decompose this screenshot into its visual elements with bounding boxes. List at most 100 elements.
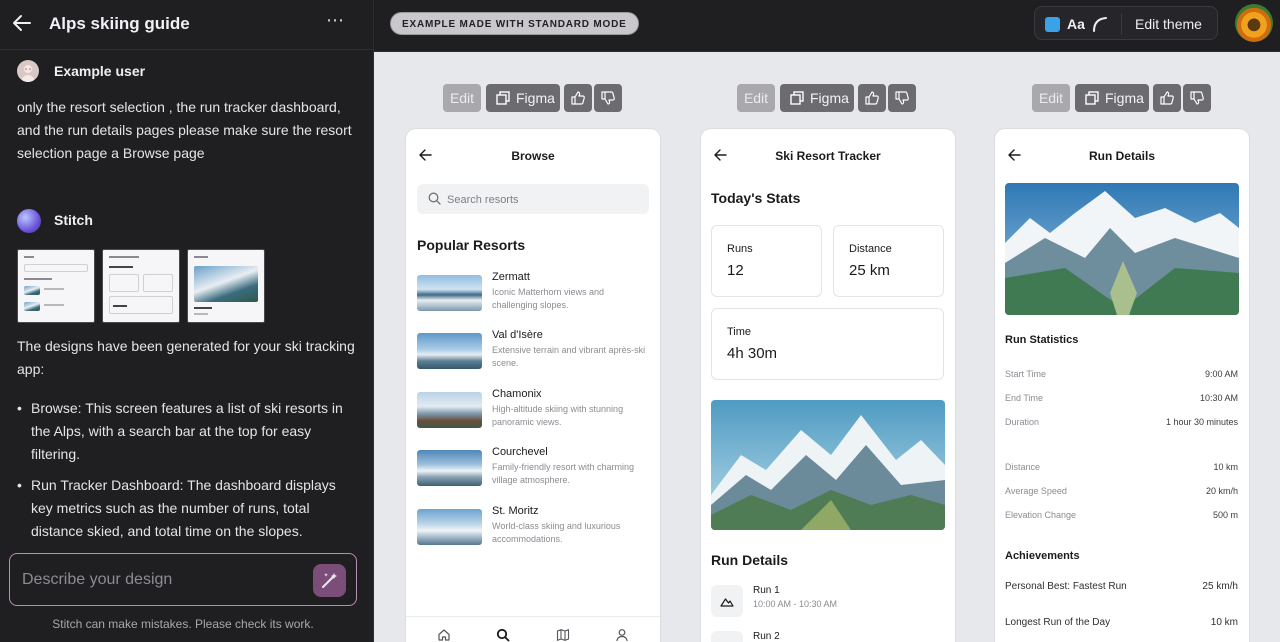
- sidebar-header: Alps skiing guide ⋯: [0, 0, 374, 50]
- thumbs-down-icon: [895, 91, 909, 105]
- tracker-screen: Ski Resort Tracker Today's Stats Runs 12…: [701, 129, 955, 642]
- resort-description: Iconic Matterhorn views and challenging …: [492, 287, 605, 310]
- thumbs-down-button[interactable]: [594, 84, 622, 112]
- resort-item[interactable]: Chamonix High-altitude skiing with stunn…: [417, 388, 649, 436]
- resort-description: Extensive terrain and vibrant après-ski …: [492, 345, 646, 368]
- map-icon[interactable]: [556, 628, 570, 642]
- thumbs-up-icon: [865, 91, 879, 105]
- mode-badge: EXAMPLE MADE WITH STANDARD MODE: [390, 12, 639, 35]
- run-list-item[interactable]: Run 2: [711, 629, 945, 642]
- thumbs-down-button[interactable]: [1183, 84, 1211, 112]
- stat-label: Distance: [849, 243, 892, 255]
- prompt-input[interactable]: [22, 568, 302, 592]
- resort-image: [417, 333, 482, 369]
- stitch-logo-icon: [17, 209, 41, 233]
- resort-item[interactable]: Val d'Isère Extensive terrain and vibran…: [417, 329, 649, 377]
- user-message-text: only the resort selection , the run trac…: [17, 99, 352, 161]
- profile-icon[interactable]: [615, 628, 629, 642]
- assistant-bullet-list: Browse: This screen features a list of s…: [17, 397, 357, 551]
- figma-button[interactable]: Figma: [486, 84, 560, 112]
- resort-item[interactable]: Courchevel Family-friendly resort with c…: [417, 446, 649, 494]
- resort-name: Zermatt: [492, 271, 530, 283]
- home-icon[interactable]: [437, 628, 451, 642]
- achievement-row: Personal Best: Fastest Run 25 km/h: [1005, 581, 1238, 592]
- resort-item[interactable]: St. Moritz World-class skiing and luxuri…: [417, 505, 649, 553]
- figma-button[interactable]: Figma: [780, 84, 854, 112]
- design-canvas: Edit Figma Edit Figma Edit Figma Browse …: [374, 52, 1280, 642]
- thumbs-up-button[interactable]: [858, 84, 886, 112]
- stat-row: Elevation Change 500 m: [1005, 510, 1238, 520]
- thumbs-up-icon: [571, 91, 585, 105]
- resort-name: St. Moritz: [492, 505, 539, 517]
- thumbs-down-button[interactable]: [888, 84, 916, 112]
- more-options-icon[interactable]: ⋯: [326, 10, 345, 31]
- thumbnail-browse[interactable]: [17, 249, 95, 323]
- thumbs-up-button[interactable]: [564, 84, 592, 112]
- mountain-valley-image: [1005, 183, 1239, 315]
- search-placeholder: Search resorts: [447, 194, 519, 206]
- thumbnail-tracker[interactable]: [102, 249, 180, 323]
- resort-description: Family-friendly resort with charming vil…: [492, 462, 635, 485]
- run-name: Run 2: [753, 631, 780, 642]
- edit-button[interactable]: Edit: [443, 84, 481, 112]
- bullet-item: Run Tracker Dashboard: The dashboard dis…: [17, 474, 357, 543]
- back-arrow-icon[interactable]: [10, 11, 34, 35]
- theme-controls[interactable]: Aa Edit theme: [1034, 6, 1218, 40]
- stat-value: 12: [727, 262, 744, 279]
- copy-icon: [1085, 91, 1099, 105]
- thumbs-down-icon: [601, 91, 615, 105]
- font-icon[interactable]: Aa: [1067, 16, 1085, 32]
- stat-row: Distance 10 km: [1005, 462, 1238, 472]
- distance-stat-card: Distance 25 km: [833, 225, 944, 297]
- runs-stat-card: Runs 12: [711, 225, 822, 297]
- mountain-icon: [711, 631, 743, 642]
- thumbnail-details[interactable]: [187, 249, 265, 323]
- stat-row: Average Speed 20 km/h: [1005, 486, 1238, 496]
- run-name: Run 1: [753, 585, 780, 596]
- achievement-row: Longest Run of the Day 10 km: [1005, 617, 1238, 628]
- stat-value: 4h 30m: [727, 345, 778, 362]
- mountain-icon: [711, 585, 743, 617]
- run-list-item[interactable]: Run 1 10:00 AM - 10:30 AM: [711, 583, 945, 619]
- run-time: 10:00 AM - 10:30 AM: [753, 599, 838, 609]
- figma-button[interactable]: Figma: [1075, 84, 1149, 112]
- edit-theme-button[interactable]: Edit theme: [1135, 16, 1202, 32]
- browse-screen: Browse Search resorts Popular Resorts Ze…: [406, 129, 660, 642]
- assistant-message-text: The designs have been generated for your…: [17, 338, 355, 377]
- search-resorts-input[interactable]: Search resorts: [417, 184, 649, 214]
- account-avatar[interactable]: [1235, 4, 1273, 42]
- search-icon[interactable]: [496, 628, 510, 642]
- stat-value: 25 km: [849, 262, 890, 279]
- stat-row: End Time 10:30 AM: [1005, 393, 1238, 403]
- generate-button[interactable]: [313, 564, 346, 597]
- search-icon: [428, 192, 441, 205]
- edit-button[interactable]: Edit: [1032, 84, 1070, 112]
- resort-image: [417, 275, 482, 311]
- thumbs-down-icon: [1190, 91, 1204, 105]
- user-name: Example user: [54, 63, 146, 79]
- disclaimer-text: Stitch can make mistakes. Please check i…: [52, 617, 314, 631]
- screen-title: Run Details: [1088, 149, 1155, 163]
- figma-label: Figma: [1105, 90, 1144, 106]
- bullet-item: Browse: This screen features a list of s…: [17, 397, 357, 466]
- figma-label: Figma: [810, 90, 849, 106]
- stat-row: Duration 1 hour 30 minutes: [1005, 417, 1238, 427]
- color-swatch-icon[interactable]: [1045, 17, 1060, 32]
- resort-name: Courchevel: [492, 446, 548, 458]
- stat-label: Time: [727, 326, 752, 338]
- resort-image: [417, 450, 482, 486]
- time-stat-card: Time 4h 30m: [711, 308, 944, 380]
- run-statistics-heading: Run Statistics: [1005, 334, 1079, 346]
- resort-name: Chamonix: [492, 388, 542, 400]
- prompt-input-box: [9, 553, 357, 606]
- resort-item[interactable]: Zermatt Iconic Matterhorn views and chal…: [417, 271, 649, 319]
- corner-radius-icon[interactable]: [1091, 15, 1109, 33]
- chat-sidebar: Alps skiing guide ⋯ Example user only th…: [0, 0, 374, 642]
- thumbs-up-button[interactable]: [1153, 84, 1181, 112]
- screen-title: Browse: [511, 149, 555, 163]
- copy-icon: [790, 91, 804, 105]
- top-bar: EXAMPLE MADE WITH STANDARD MODE Aa Edit …: [374, 0, 1280, 52]
- assistant-name: Stitch: [54, 212, 93, 228]
- edit-button[interactable]: Edit: [737, 84, 775, 112]
- mountain-hero-image: [711, 400, 945, 530]
